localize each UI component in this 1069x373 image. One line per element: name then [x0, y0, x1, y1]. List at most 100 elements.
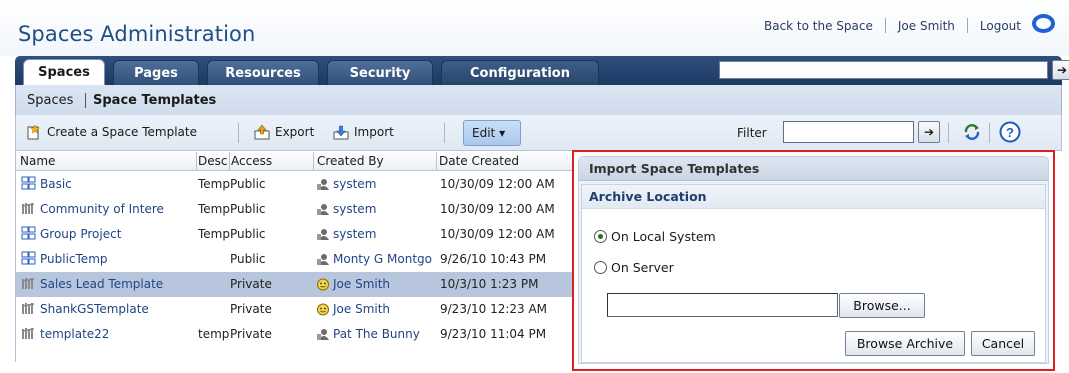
table-row[interactable]: Group Project Temp Public system 10/30/09 12… [16, 222, 576, 247]
template-date-created: 9/23/10 12:23 AM [440, 302, 548, 316]
template-date-created: 10/30/09 12:00 AM [440, 202, 555, 216]
template-created-by-link[interactable]: Joe Smith [316, 277, 442, 291]
import-label: Import [354, 125, 394, 139]
table-row[interactable]: template22 temp Private Pat The Bunny 9/23/1… [16, 322, 576, 347]
create-template-icon [26, 124, 42, 140]
help-icon[interactable]: ? [999, 121, 1021, 143]
template-description: temp [198, 327, 230, 341]
breadcrumb-spaces[interactable]: Spaces [27, 93, 73, 108]
template-access: Private [230, 277, 272, 291]
radio-label: On Local System [611, 229, 716, 244]
user-link[interactable]: Joe Smith [898, 19, 955, 33]
cancel-button[interactable]: Cancel [971, 331, 1035, 356]
table-header: Name Desc Access Created By Date Created [16, 151, 576, 171]
template-name-link[interactable]: Group Project [40, 227, 196, 241]
column-divider[interactable] [196, 152, 197, 170]
global-search-input[interactable] [719, 61, 1048, 79]
edit-menu-button[interactable]: Edit ▾ [463, 120, 521, 146]
template-date-created: 10/30/09 12:00 AM [440, 227, 555, 241]
filter-input[interactable] [783, 121, 914, 143]
table-row[interactable]: PublicTemp Public Monty G Montgo 9/26/10 10… [16, 247, 576, 272]
table-row[interactable]: Sales Lead Template Private Joe Smith 10/3/… [16, 272, 576, 297]
template-icon [21, 176, 36, 191]
column-divider[interactable] [313, 152, 314, 170]
tab-bar: Spaces Pages Resources Security Configur… [15, 56, 1069, 86]
tab-spaces[interactable]: Spaces [23, 59, 105, 86]
community-template-icon [21, 201, 36, 216]
template-created-by-link[interactable]: system [316, 227, 442, 241]
user-icon [316, 253, 330, 266]
refresh-icon[interactable] [962, 123, 982, 141]
column-header-name[interactable]: Name [20, 154, 190, 168]
browse-button[interactable]: Browse... [839, 293, 925, 318]
import-panel-title: Import Space Templates [579, 157, 1048, 181]
template-icon [21, 251, 36, 266]
import-icon [333, 124, 349, 140]
template-name-link[interactable]: Basic [40, 177, 196, 191]
toolbar: Create a Space Template Export Import Ed… [15, 115, 1062, 151]
toolbar-separator [238, 123, 239, 143]
column-header-created-by[interactable]: Created By [317, 154, 435, 168]
breadcrumb: Spaces Space Templates [15, 85, 1062, 115]
template-created-by-link[interactable]: Pat The Bunny [316, 327, 442, 341]
radio-local-system[interactable]: On Local System [594, 229, 716, 244]
user-icon [316, 328, 330, 341]
template-date-created: 10/30/09 12:00 AM [440, 177, 555, 191]
template-access: Public [230, 202, 266, 216]
global-search-go-button[interactable]: ➔ [1052, 60, 1069, 80]
column-header-desc[interactable]: Desc [198, 154, 228, 168]
table-row[interactable]: Community of Intere Temp Public system 10/30… [16, 197, 576, 222]
template-name-link[interactable]: Sales Lead Template [40, 277, 196, 291]
system-user-icon [316, 228, 330, 241]
community-template-icon [21, 301, 36, 316]
template-created-by-link[interactable]: Joe Smith [316, 302, 442, 316]
header: Spaces Administration Back to the Space … [0, 0, 1069, 56]
column-divider[interactable] [229, 152, 230, 170]
column-header-date-created[interactable]: Date Created [439, 154, 569, 168]
template-created-by-link[interactable]: system [316, 177, 442, 191]
breadcrumb-separator [85, 93, 86, 108]
table-row[interactable]: ShankGSTemplate Private Joe Smith 9/23/10 1… [16, 297, 576, 322]
edit-label: Edit [472, 126, 496, 140]
radio-on-server[interactable]: On Server [594, 260, 674, 275]
app-title: Spaces Administration [18, 22, 256, 46]
import-panel: Import Space Templates Archive Location … [572, 150, 1055, 371]
tab-pages[interactable]: Pages [113, 60, 199, 85]
go-arrow-icon: ➔ [923, 125, 935, 139]
column-divider[interactable] [436, 152, 437, 170]
template-created-by-link[interactable]: Monty G Montgo [316, 252, 442, 266]
chevron-down-icon: ▾ [499, 126, 506, 140]
radio-unchecked-icon[interactable] [594, 261, 607, 274]
template-description: Temp [198, 202, 230, 216]
export-icon [254, 124, 270, 140]
template-access: Private [230, 302, 272, 316]
back-to-space-link[interactable]: Back to the Space [764, 19, 873, 33]
filter-go-button[interactable]: ➔ [918, 121, 940, 143]
template-name-link[interactable]: ShankGSTemplate [40, 302, 196, 316]
tab-security[interactable]: Security [327, 60, 433, 85]
template-name-link[interactable]: template22 [40, 327, 196, 341]
template-date-created: 9/23/10 11:04 PM [440, 327, 547, 341]
template-name-link[interactable]: PublicTemp [40, 252, 196, 266]
radio-label: On Server [611, 260, 674, 275]
file-path-input[interactable] [607, 293, 838, 317]
template-access: Public [230, 252, 266, 266]
tab-configuration[interactable]: Configuration [441, 60, 599, 85]
toolbar-separator [444, 123, 445, 143]
export-button[interactable]: Export [254, 124, 314, 140]
import-button[interactable]: Import [333, 124, 394, 140]
template-name-link[interactable]: Community of Intere [40, 202, 196, 216]
table-row[interactable]: Basic Temp Public system 10/30/09 12:00 AM [16, 172, 576, 197]
tab-resources[interactable]: Resources [207, 60, 319, 85]
import-panel-box: Import Space Templates Archive Location … [578, 156, 1049, 364]
column-header-access[interactable]: Access [231, 154, 311, 168]
template-icon [21, 226, 36, 241]
radio-checked-icon[interactable] [594, 230, 607, 243]
template-access: Public [230, 177, 266, 191]
create-template-button[interactable]: Create a Space Template [26, 124, 197, 140]
logout-link[interactable]: Logout [980, 19, 1021, 33]
browse-archive-button[interactable]: Browse Archive [845, 331, 965, 356]
template-date-created: 9/26/10 10:43 PM [440, 252, 547, 266]
template-created-by-link[interactable]: system [316, 202, 442, 216]
toolbar-separator [989, 123, 990, 143]
